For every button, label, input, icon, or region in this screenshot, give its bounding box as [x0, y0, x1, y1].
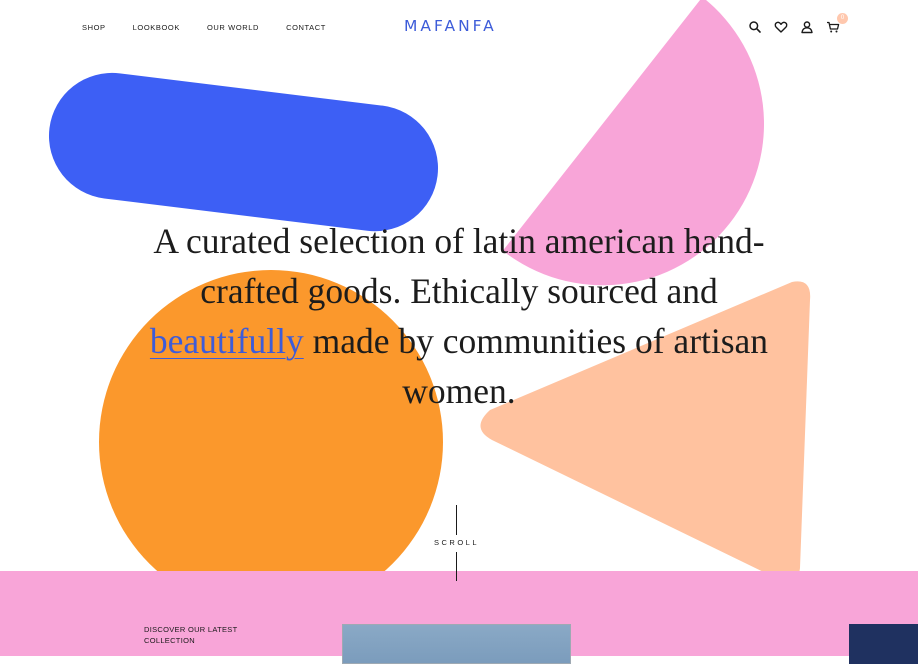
cart-count-badge: 0	[837, 13, 848, 24]
nav-link-lookbook[interactable]: LOOKBOOK	[133, 23, 180, 32]
top-navigation: SHOP LOOKBOOK OUR WORLD CONTACT MAFANFA …	[0, 0, 918, 56]
discover-collection-label[interactable]: DISCOVER OUR LATEST COLLECTION	[144, 624, 254, 646]
collection-photo-card[interactable]	[342, 624, 571, 664]
user-icon[interactable]	[800, 20, 814, 34]
nav-icons: 0	[748, 13, 848, 34]
nav-links: SHOP LOOKBOOK OUR WORLD CONTACT	[82, 23, 326, 32]
blue-pill-shape	[48, 72, 439, 232]
hero-highlight-link[interactable]: beautifully	[150, 321, 304, 361]
heart-icon[interactable]	[774, 20, 788, 34]
cart-icon[interactable]: 0	[826, 13, 848, 34]
hero-headline: A curated selection of latin american ha…	[130, 216, 788, 416]
scroll-indicator-label[interactable]: SCROLL	[406, 538, 507, 547]
nav-link-shop[interactable]: SHOP	[82, 23, 106, 32]
scroll-line-bottom	[456, 552, 457, 581]
scroll-line-top	[456, 505, 457, 535]
collection-dark-card[interactable]	[849, 624, 918, 664]
site-logo[interactable]: MAFANFA	[404, 17, 497, 35]
hero-text-before: A curated selection of latin american ha…	[153, 221, 765, 311]
hero-text-after: made by communities of artisan women.	[303, 321, 769, 411]
nav-link-contact[interactable]: CONTACT	[286, 23, 326, 32]
search-icon[interactable]	[748, 20, 762, 34]
nav-link-our-world[interactable]: OUR WORLD	[207, 23, 259, 32]
